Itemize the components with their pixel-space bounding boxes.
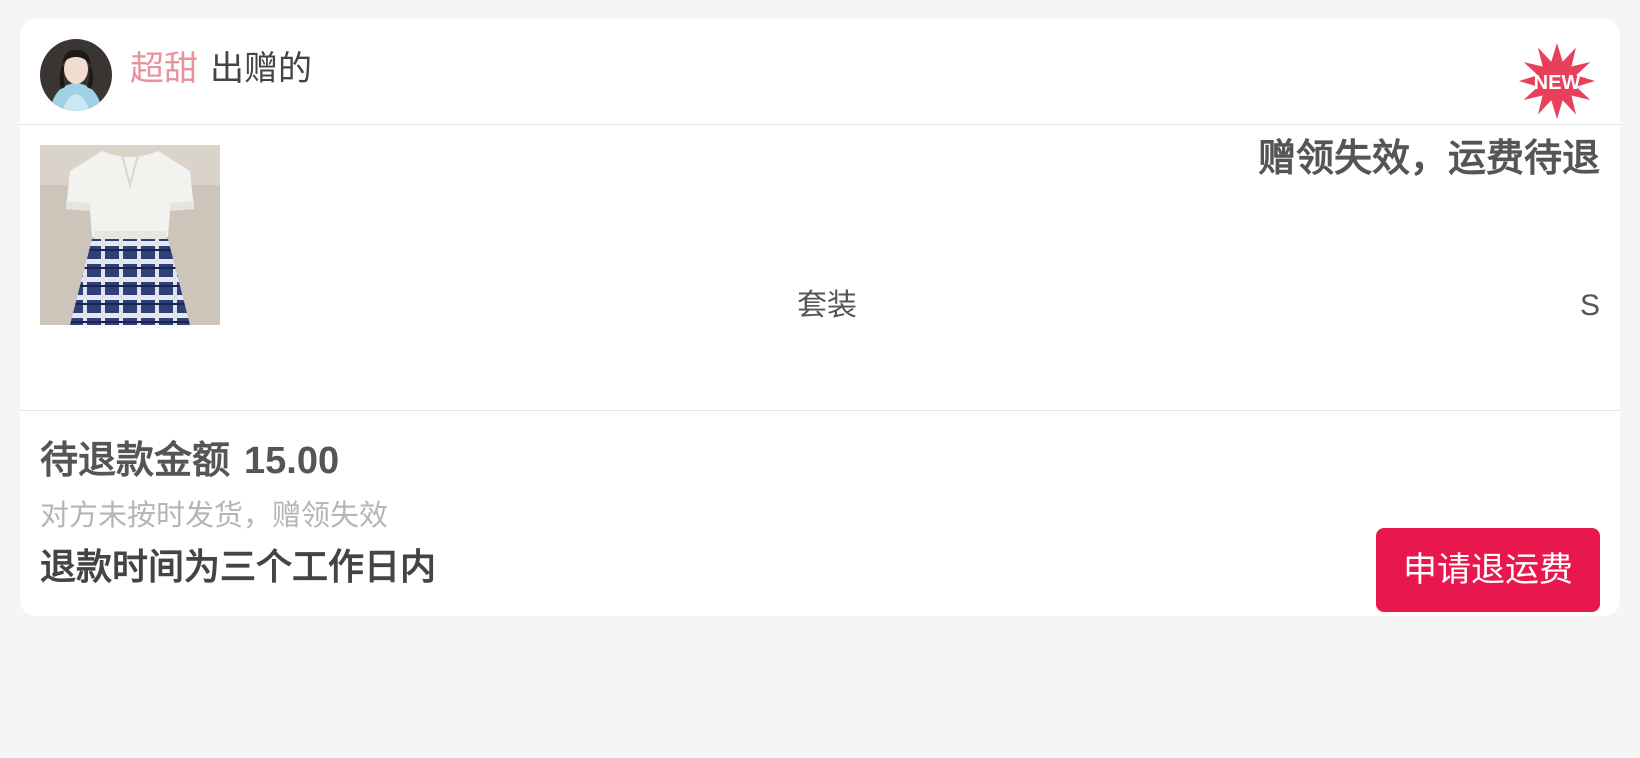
header-title: 超甜 出赠的: [130, 48, 312, 90]
refund-section: 待退款金额 15.00 对方未按时发货，赠领失效 退款时间为三个工作日内 申请退运…: [20, 411, 1620, 616]
sender-suffix: 出赠的: [210, 49, 312, 89]
dress-image: [40, 145, 220, 325]
gift-status: 赠领失效，运费待退: [1257, 136, 1600, 180]
avatar[interactable]: [40, 39, 112, 111]
sender-name[interactable]: 超甜: [130, 49, 198, 89]
apply-shipping-refund-button[interactable]: 申请退运费: [1376, 528, 1600, 612]
failure-reason: 对方未按时发货，赠领失效: [40, 498, 389, 532]
product-row[interactable]: 赠领失效，运费待退 套装 S: [20, 124, 1620, 411]
refund-amount-line: 待退款金额 15.00: [40, 437, 339, 484]
product-image[interactable]: [40, 145, 220, 325]
product-size: S: [1579, 289, 1600, 322]
refund-amount: 15.00: [244, 440, 340, 482]
new-badge: NEW: [1514, 40, 1600, 126]
avatar-image: [40, 39, 112, 111]
product-type: 套装: [797, 288, 857, 323]
refund-time-note: 退款时间为三个工作日内: [40, 547, 437, 588]
card-header: 超甜 出赠的 NEW: [20, 19, 1620, 125]
new-badge-label: NEW: [1533, 72, 1581, 94]
gift-order-card: 超甜 出赠的 NEW 赠领失效，运费待退 套装 S 待退款金额 15.00 对方…: [20, 19, 1620, 616]
refund-label: 待退款金额: [40, 438, 231, 482]
